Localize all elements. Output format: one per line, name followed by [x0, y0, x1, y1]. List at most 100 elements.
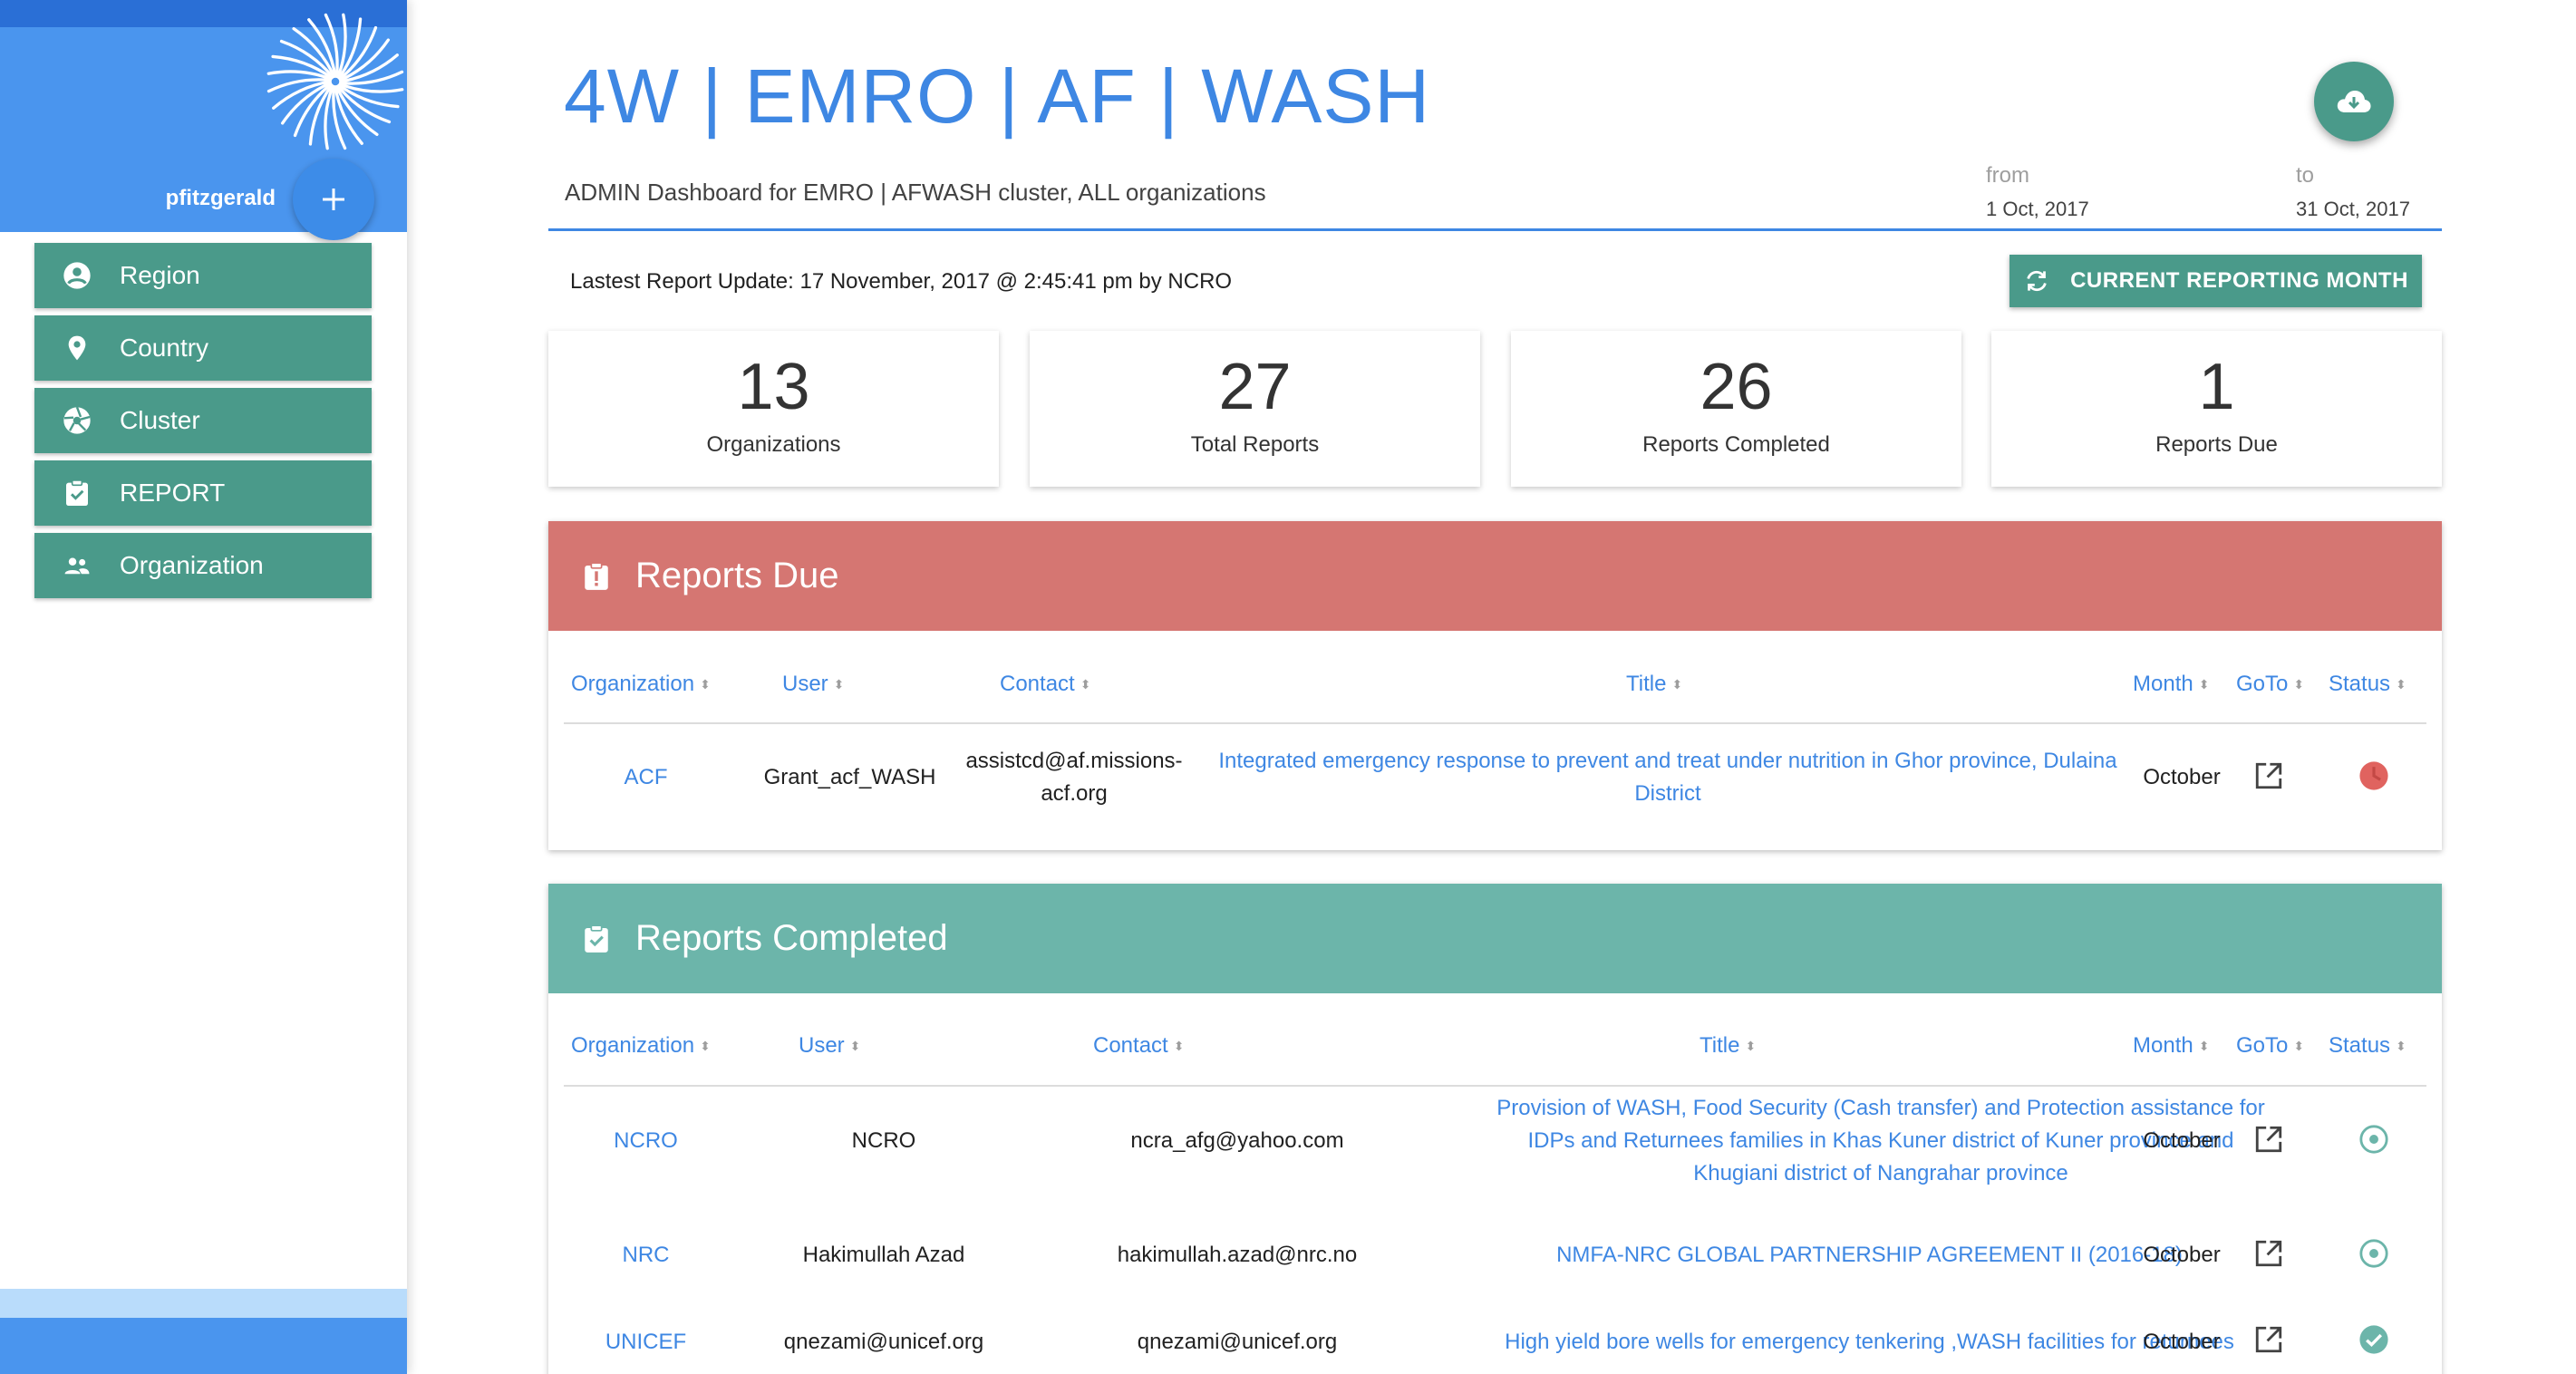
column-header-goto[interactable]: GoTo ⬍ — [2236, 1033, 2304, 1059]
stat-value: 27 — [1218, 351, 1292, 423]
open-in-new-icon[interactable] — [2253, 760, 2284, 791]
sidebar-item-organization[interactable]: Organization — [34, 533, 372, 598]
column-header-contact[interactable]: Contact ⬍ — [1093, 1033, 1184, 1059]
column-header-goto[interactable]: GoTo ⬍ — [2236, 672, 2304, 697]
month-cell: October — [2143, 1243, 2221, 1267]
open-in-new-icon[interactable] — [2253, 1124, 2284, 1155]
last-update-text: Lastest Report Update: 17 November, 2017… — [570, 269, 1233, 294]
add-button[interactable] — [293, 159, 374, 240]
location-pin-icon — [62, 333, 92, 363]
column-header-status[interactable]: Status ⬍ — [2329, 672, 2407, 697]
title-line: District — [1634, 781, 1701, 806]
from-label: from — [1986, 163, 2029, 188]
clipboard-check-icon — [581, 924, 612, 954]
column-label: Organization — [571, 672, 695, 696]
column-header-user[interactable]: User ⬍ — [799, 1033, 860, 1059]
open-in-new-icon[interactable] — [2253, 1238, 2284, 1269]
contact-line: assistcd@af.missions- — [965, 749, 1183, 773]
reports-completed-panel: Reports Completed Organization ⬍ User ⬍ Co… — [548, 884, 2442, 1374]
reports-due-title: Reports Due — [635, 556, 839, 595]
sort-icon: ⬍ — [700, 1039, 711, 1053]
sidebar-item-cluster[interactable]: Cluster — [34, 388, 372, 453]
organization-link[interactable]: NCRO — [548, 1125, 743, 1157]
sort-icon: ⬍ — [2293, 677, 2305, 692]
sidebar-item-label: REPORT — [120, 479, 226, 507]
month-cell: October — [2143, 1128, 2221, 1153]
overdue-clock-icon — [2359, 761, 2388, 790]
column-header-title[interactable]: Title ⬍ — [1626, 672, 1682, 697]
organization-link[interactable]: NRC — [548, 1239, 743, 1272]
column-label: Organization — [571, 1033, 695, 1058]
sort-icon: ⬍ — [1080, 677, 1091, 692]
open-in-new-icon[interactable] — [2253, 1324, 2284, 1355]
column-header-month[interactable]: Month ⬍ — [2133, 1033, 2209, 1059]
title-line: Integrated emergency response to prevent… — [1218, 749, 2117, 773]
current-reporting-month-button[interactable]: CURRENT REPORTING MONTH — [2009, 255, 2422, 307]
header-divider — [548, 228, 2442, 231]
account-circle-icon — [62, 260, 92, 291]
check-circle-icon — [2359, 1325, 2388, 1354]
people-icon — [62, 550, 92, 581]
username: pfitzgerald — [165, 186, 276, 210]
column-label: GoTo — [2236, 672, 2289, 696]
contact-line: acf.org — [1041, 781, 1108, 806]
column-label: User — [782, 672, 828, 696]
reports-due-header: Reports Due — [548, 521, 2442, 631]
aperture-icon — [62, 405, 92, 436]
column-label: Contact — [1093, 1033, 1168, 1058]
sidebar: pfitzgerald Region Country Cluster REPOR… — [0, 0, 407, 1374]
column-header-month[interactable]: Month ⬍ — [2133, 672, 2209, 697]
contact-cell: assistcd@af.missions- acf.org — [929, 745, 1219, 810]
column-label: Status — [2329, 1033, 2391, 1058]
sidebar-footer-strip — [0, 1289, 407, 1318]
column-header-organization[interactable]: Organization ⬍ — [571, 1033, 711, 1059]
title-line: Provision of WASH, Food Security (Cash t… — [1496, 1096, 2265, 1120]
column-label: Month — [2133, 1033, 2193, 1058]
from-date[interactable]: 1 Oct, 2017 — [1986, 198, 2089, 221]
reports-completed-title: Reports Completed — [635, 918, 948, 958]
app-root: pfitzgerald Region Country Cluster REPOR… — [0, 0, 2576, 1374]
sort-icon: ⬍ — [849, 1039, 861, 1053]
sort-icon: ⬍ — [2198, 677, 2210, 692]
sort-icon: ⬍ — [2198, 1039, 2210, 1053]
column-label: User — [799, 1033, 845, 1058]
report-title-link[interactable]: Provision of WASH, Food Security (Cash t… — [1273, 1092, 2465, 1190]
sort-icon: ⬍ — [2396, 1039, 2407, 1053]
spiral-logo-icon — [266, 13, 404, 150]
organization-link[interactable]: UNICEF — [548, 1326, 743, 1359]
stat-value: 26 — [1700, 351, 1773, 423]
report-title-link[interactable]: Integrated emergency response to prevent… — [1215, 745, 2121, 810]
column-label: Title — [1700, 1033, 1740, 1058]
stat-card-total-reports: 27 Total Reports — [1030, 331, 1480, 487]
stat-label: Reports Due — [2155, 432, 2278, 457]
sidebar-item-label: Cluster — [120, 406, 200, 434]
column-header-title[interactable]: Title ⬍ — [1700, 1033, 1756, 1059]
sidebar-item-label: Organization — [120, 551, 264, 579]
sort-icon: ⬍ — [700, 677, 711, 692]
stat-label: Organizations — [706, 432, 841, 457]
column-header-status[interactable]: Status ⬍ — [2329, 1033, 2407, 1059]
table-header-divider — [564, 722, 2426, 724]
page-subtitle: ADMIN Dashboard for EMRO | AFWASH cluste… — [565, 179, 1266, 206]
column-label: Status — [2329, 672, 2391, 696]
sort-icon: ⬍ — [833, 677, 845, 692]
column-header-contact[interactable]: Contact ⬍ — [1000, 672, 1090, 697]
column-header-user[interactable]: User ⬍ — [782, 672, 844, 697]
stat-label: Total Reports — [1190, 432, 1320, 457]
radio-pending-icon — [2359, 1239, 2388, 1268]
sidebar-item-region[interactable]: Region — [34, 243, 372, 308]
sidebar-item-report[interactable]: REPORT — [34, 460, 372, 526]
user-cell: qnezami@unicef.org — [783, 1330, 984, 1354]
stat-label: Reports Completed — [1642, 432, 1830, 457]
cloud-download-icon — [2337, 90, 2371, 112]
download-button[interactable] — [2314, 62, 2394, 141]
sidebar-item-country[interactable]: Country — [34, 315, 372, 381]
reports-due-panel: Reports Due Organization ⬍ User ⬍ Contact ⬍… — [548, 521, 2442, 850]
organization-link[interactable]: ACF — [548, 761, 743, 794]
sidebar-item-label: Region — [120, 261, 200, 289]
sort-icon: ⬍ — [1745, 1039, 1757, 1053]
page-title: 4W | EMRO | AF | WASH — [564, 53, 1431, 139]
sync-icon — [2027, 270, 2047, 292]
to-date[interactable]: 31 Oct, 2017 — [2296, 198, 2410, 221]
column-header-organization[interactable]: Organization ⬍ — [571, 672, 711, 697]
